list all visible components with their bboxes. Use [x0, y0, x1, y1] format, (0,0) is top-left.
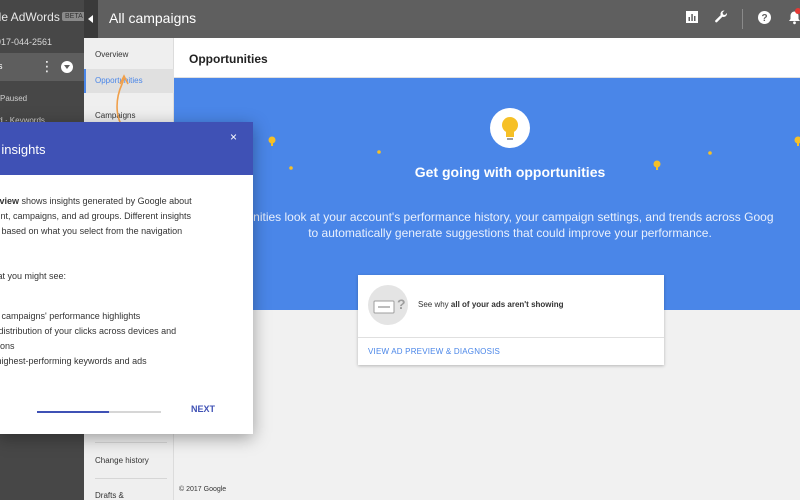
dialog-header: ilored insights ×: [0, 122, 253, 175]
beta-badge: BETA: [62, 12, 84, 21]
ad-diagnosis-card: ? See why all of your ads aren't showing…: [358, 275, 664, 365]
dialog-body-line: what you might see:: [0, 271, 67, 281]
more-vert-icon[interactable]: ⋮: [40, 59, 54, 73]
notification-badge: [795, 8, 800, 14]
opportunities-header: Opportunities: [174, 38, 800, 78]
wrench-icon[interactable]: [714, 10, 730, 26]
toolbar-divider: [742, 9, 743, 29]
expand-icon[interactable]: [61, 61, 73, 73]
dialog-body-line: ear based on what you select from the na…: [0, 226, 183, 236]
page-title: All campaigns: [109, 10, 197, 26]
sparkle-icon: [653, 160, 661, 170]
hero-description-line: to automatically generate suggestions th…: [308, 226, 712, 240]
account-selector[interactable]: s ⋮: [0, 53, 84, 81]
dialog-list-item: he distribution of your clicks across de…: [0, 326, 177, 336]
card-message: See why all of your ads aren't showing: [418, 300, 564, 309]
dialog-list-item: ur highest-performing keywords and ads: [0, 356, 147, 366]
hero-description: unities look at your account's performan…: [174, 209, 800, 241]
card-message-prefix: See why: [418, 300, 449, 309]
tour-progress-bar: [37, 411, 161, 413]
adwords-logo: gle AdWords: [0, 10, 60, 24]
nav-item-change-history[interactable]: Change history: [84, 449, 174, 473]
nav-item-drafts[interactable]: Drafts &: [84, 484, 174, 500]
help-icon[interactable]: ?: [757, 10, 773, 26]
close-icon[interactable]: ×: [230, 130, 237, 144]
dialog-emphasis: verview: [0, 196, 20, 206]
next-button[interactable]: NEXT: [191, 404, 215, 414]
svg-text:?: ?: [761, 13, 767, 24]
dialog-list-item: our campaigns' performance highlights: [0, 311, 141, 321]
dialog-text: shows insights generated by Google about: [19, 196, 192, 206]
lightbulb-icon: [490, 108, 530, 148]
tailored-insights-dialog: ilored insights × verview shows insights…: [0, 122, 253, 434]
sparkle-icon: [708, 151, 712, 155]
account-label: s: [0, 61, 3, 71]
dialog-body-line: count, campaigns, and ad groups. Differe…: [0, 211, 191, 221]
collapse-sidebar-button[interactable]: [84, 0, 98, 38]
reports-icon[interactable]: [685, 10, 701, 26]
nav-divider: [95, 478, 167, 479]
dialog-title: ilored insights: [0, 142, 46, 157]
account-id: 917-044-2561: [0, 37, 53, 47]
card-divider: [358, 337, 664, 338]
status-filter-paused[interactable]: Paused: [0, 94, 27, 103]
card-message-highlight: all of your ads aren't showing: [450, 300, 564, 309]
hero-title: Get going with opportunities: [414, 164, 606, 180]
dialog-body-line: verview shows insights generated by Goog…: [0, 194, 192, 209]
ad-preview-icon: ?: [368, 285, 408, 325]
footer-copyright: © 2017 Google: [179, 486, 227, 493]
hero-description-line: unities look at your account's performan…: [246, 210, 774, 224]
top-app-bar: All campaigns ?: [98, 0, 800, 38]
sparkle-icon: [268, 136, 276, 146]
sparkle-icon: [377, 150, 381, 154]
tour-progress-fill: [37, 411, 109, 413]
dialog-list-item: cations: [0, 341, 15, 351]
view-ad-preview-link[interactable]: VIEW AD PREVIEW & DIAGNOSIS: [368, 347, 500, 356]
sparkle-icon: [289, 166, 293, 170]
sparkle-icon: [794, 136, 800, 146]
nav-divider: [95, 442, 167, 443]
svg-text:?: ?: [397, 296, 406, 312]
section-title: Opportunities: [189, 52, 268, 66]
